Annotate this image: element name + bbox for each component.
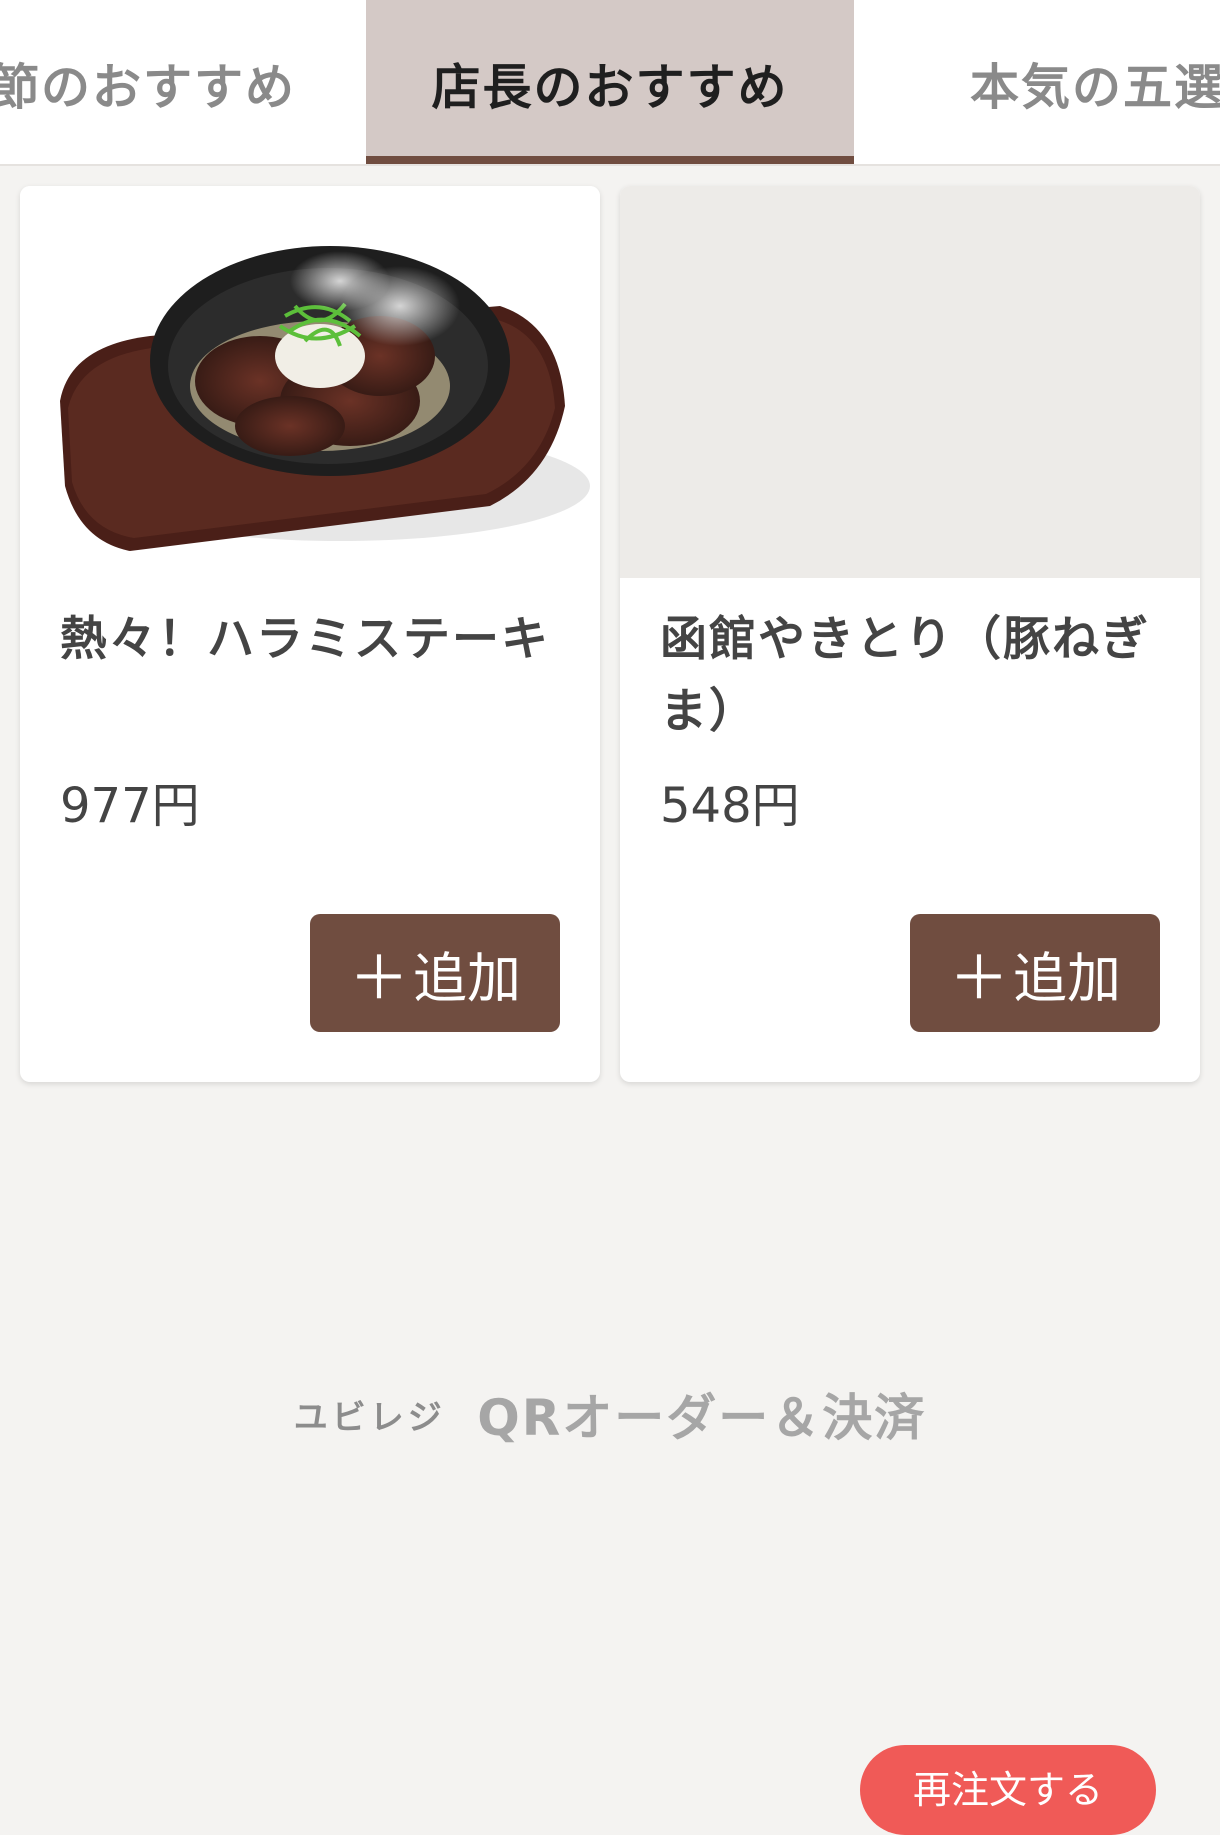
steak-plate-icon [60, 246, 590, 551]
product-name: 熱々！ハラミステーキ [60, 612, 550, 667]
tab-manager-recommend[interactable]: 店長のおすすめ [366, 0, 854, 164]
product-name: 函館やきとり（豚ねぎま） [660, 612, 1150, 739]
add-button[interactable]: ＋ 追加 [310, 914, 560, 1032]
product-image[interactable] [20, 186, 600, 578]
brand-logo: ユビレジ QRオーダー＆決済 [0, 1378, 1220, 1450]
product-card[interactable]: 熱々！ハラミステーキ 977円 ＋ 追加 [20, 186, 600, 1082]
add-button[interactable]: ＋ 追加 [910, 914, 1160, 1032]
tab-seasonal[interactable]: 節のおすすめ [0, 0, 350, 164]
brand-name: ユビレジ [293, 1397, 446, 1438]
reorder-label: 再注文する [912, 1768, 1103, 1812]
product-card[interactable]: 函館やきとり（豚ねぎま） 548円 ＋ 追加 [620, 186, 1200, 1082]
tab-top-five[interactable]: 本気の五選 [970, 0, 1220, 164]
product-price: 548円 [660, 778, 800, 834]
product-price: 977円 [60, 778, 200, 834]
add-button-label: 追加 [413, 946, 521, 1010]
add-button-label: 追加 [1013, 946, 1121, 1010]
product-image-placeholder[interactable] [620, 186, 1200, 578]
category-tabs: 節のおすすめ 店長のおすすめ 本気の五選 [0, 0, 1220, 166]
plus-icon: ＋ [349, 943, 409, 1014]
reorder-button[interactable]: 再注文する [860, 1745, 1156, 1835]
plus-icon: ＋ [949, 943, 1009, 1014]
brand-service: QRオーダー＆決済 [477, 1389, 927, 1447]
